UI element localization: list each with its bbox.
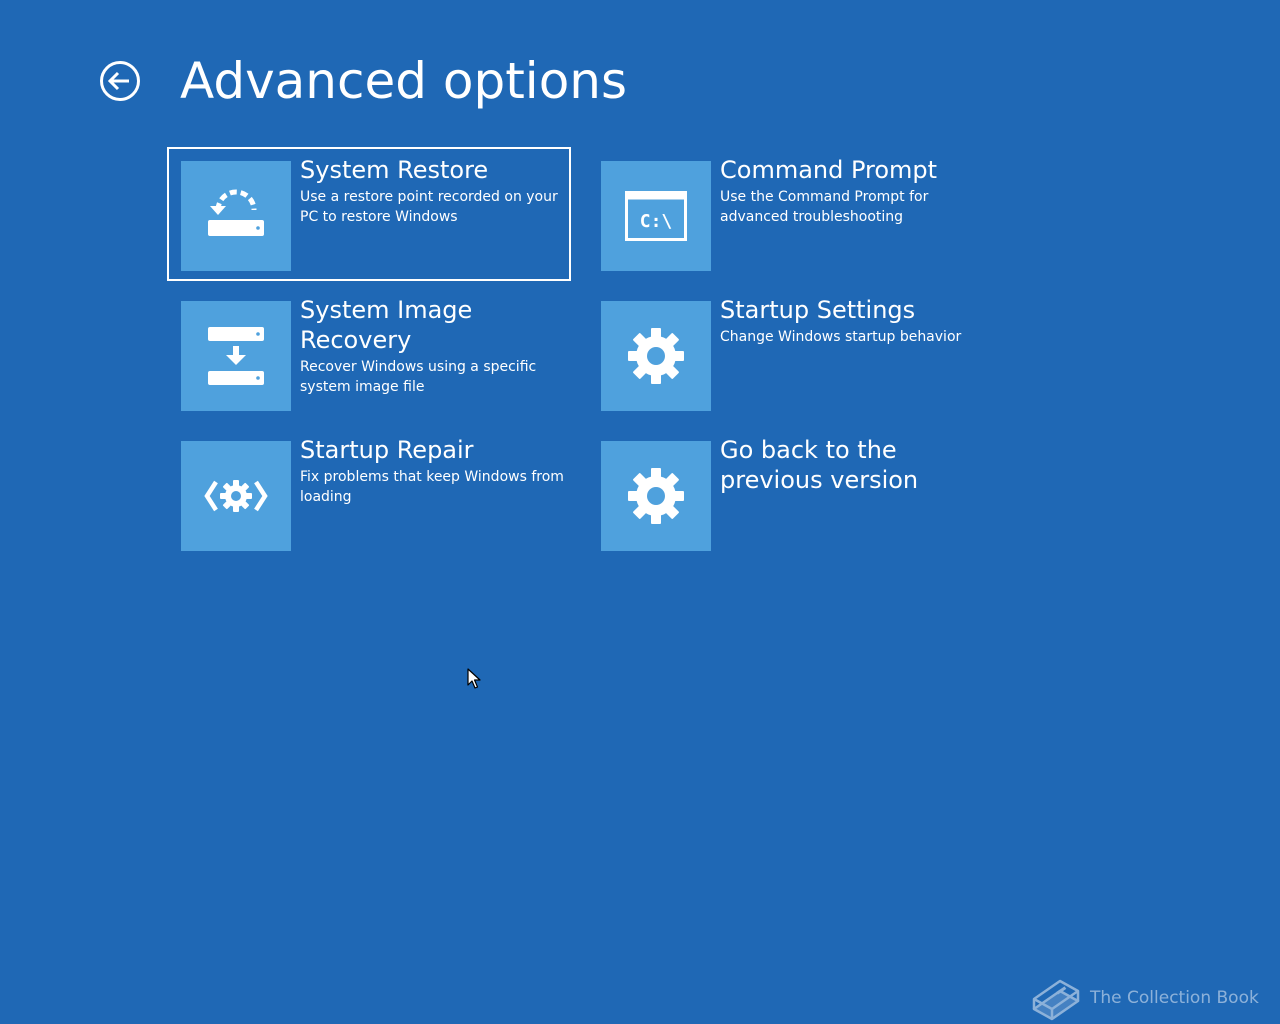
option-tile xyxy=(601,301,711,411)
option-text: Startup Settings Change Windows startup … xyxy=(720,295,990,347)
back-arrow-circle-icon xyxy=(100,61,140,101)
option-tile xyxy=(181,301,291,411)
option-text: Startup Repair Fix problems that keep Wi… xyxy=(300,435,570,507)
mouse-cursor-icon xyxy=(467,668,481,689)
option-system-image-recovery[interactable]: System Image Recovery Recover Windows us… xyxy=(169,289,569,419)
system-restore-icon xyxy=(208,189,264,236)
option-text: System Image Recovery Recover Windows us… xyxy=(300,295,570,397)
option-label: Startup Repair xyxy=(300,436,474,464)
watermark: The Collection Book xyxy=(1030,974,1259,1022)
option-system-restore[interactable]: System Restore Use a restore point recor… xyxy=(167,147,571,281)
option-startup-repair[interactable]: Startup Repair Fix problems that keep Wi… xyxy=(169,429,569,559)
system-image-recovery-icon xyxy=(208,327,264,385)
option-go-back-previous-version[interactable]: Go back to the previous version xyxy=(589,429,989,559)
option-text: System Restore Use a restore point recor… xyxy=(300,155,570,227)
option-command-prompt[interactable]: C:\ Command Prompt Use the Command Promp… xyxy=(589,149,989,279)
command-prompt-icon: C:\ xyxy=(625,191,687,241)
advanced-options-screen: Advanced options System Restore Use a re… xyxy=(0,0,1280,1024)
option-description: Use the Command Prompt for advanced trou… xyxy=(720,189,929,225)
back-button[interactable] xyxy=(99,60,141,102)
startup-repair-icon xyxy=(204,480,268,512)
option-text: Command Prompt Use the Command Prompt fo… xyxy=(720,155,990,227)
option-tile xyxy=(181,161,291,271)
option-label: Go back to the previous version xyxy=(720,436,919,494)
option-label: Command Prompt xyxy=(720,156,938,184)
option-description: Use a restore point recorded on your PC … xyxy=(300,189,558,225)
option-startup-settings[interactable]: Startup Settings Change Windows startup … xyxy=(589,289,989,419)
option-tile xyxy=(181,441,291,551)
option-description: Recover Windows using a specific system … xyxy=(300,359,537,395)
gear-icon xyxy=(628,328,684,384)
watermark-text: The Collection Book xyxy=(1090,988,1259,1008)
option-label: System Restore xyxy=(300,156,489,184)
page-title: Advanced options xyxy=(180,52,628,110)
option-label: Startup Settings xyxy=(720,296,916,324)
command-prompt-icon-text: C:\ xyxy=(640,211,673,232)
option-description: Fix problems that keep Windows from load… xyxy=(300,469,564,505)
gear-icon xyxy=(628,468,684,524)
book-icon xyxy=(1032,979,1080,1021)
option-description: Change Windows startup behavior xyxy=(720,329,962,345)
option-label: System Image Recovery xyxy=(300,296,473,354)
option-text: Go back to the previous version xyxy=(720,435,990,497)
option-tile: C:\ xyxy=(601,161,711,271)
option-tile xyxy=(601,441,711,551)
